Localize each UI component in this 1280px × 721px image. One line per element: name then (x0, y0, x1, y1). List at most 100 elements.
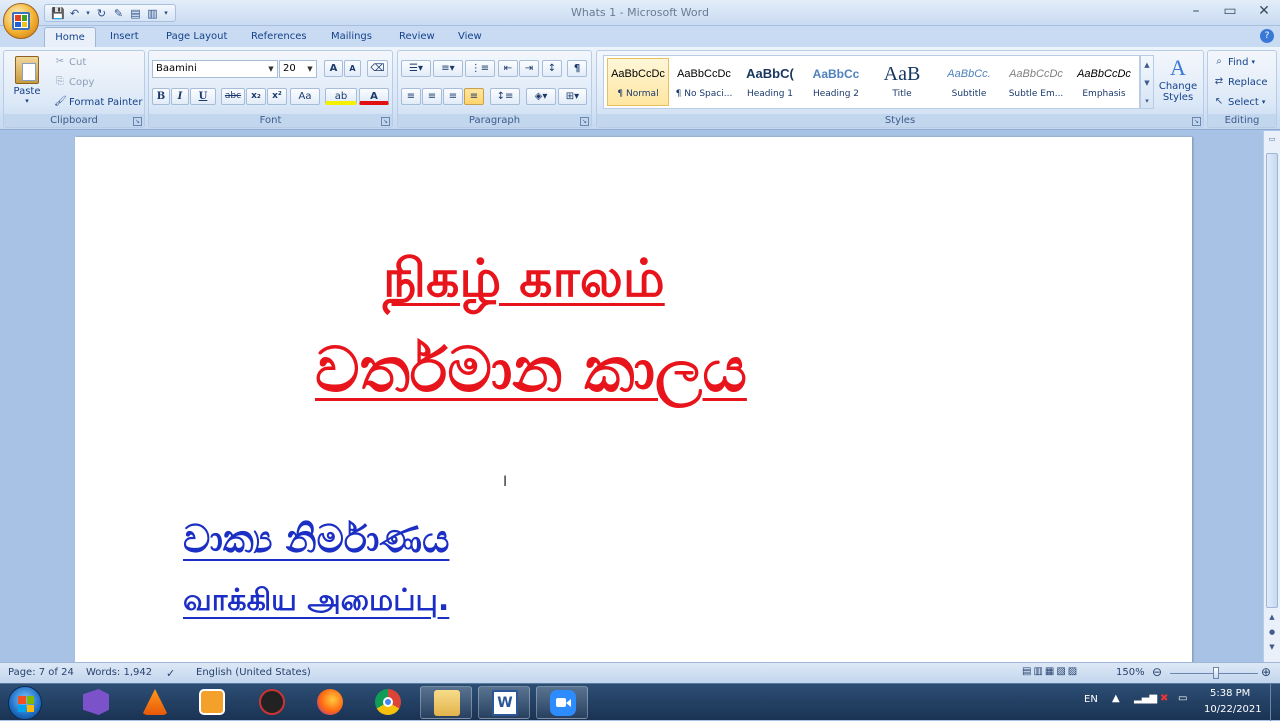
document-line: වර්තමාන කාලය (315, 333, 747, 406)
zoom-in-icon[interactable]: ⊕ (1261, 665, 1271, 679)
paragraph-launcher-icon[interactable]: ↘ (580, 117, 589, 126)
highlight-button[interactable]: ab (325, 88, 357, 105)
italic-button[interactable]: I (171, 88, 189, 105)
show-desktop-button[interactable] (1270, 684, 1280, 721)
multilevel-list-icon[interactable]: ⋮≡ (465, 60, 495, 77)
align-left-icon[interactable]: ≡ (401, 88, 421, 105)
tab-insert[interactable]: Insert (100, 27, 149, 48)
taskbar-chrome[interactable] (362, 686, 414, 719)
scissors-icon: ✂ (55, 56, 65, 67)
change-case-button[interactable]: Aa (290, 88, 320, 105)
zoom-level[interactable]: 150% (1116, 667, 1145, 678)
language-indicator[interactable]: EN (1084, 694, 1098, 705)
bullets-icon[interactable]: ☰▾ (401, 60, 431, 77)
font-family-combo[interactable]: Baamini ▼ (152, 60, 278, 78)
taskbar-firefox[interactable] (304, 686, 356, 719)
paste-button[interactable]: Paste ▾ (8, 54, 46, 114)
clipboard-launcher-icon[interactable]: ↘ (133, 117, 142, 126)
volume-muted-icon[interactable]: ✖ (1160, 693, 1168, 704)
tab-page-layout[interactable]: Page Layout (156, 27, 237, 48)
align-center-icon[interactable]: ≡ (422, 88, 442, 105)
clock-time[interactable]: 5:38 PM (1210, 688, 1250, 699)
align-right-icon[interactable]: ≡ (443, 88, 463, 105)
style-no-spacing[interactable]: AaBbCcDc ¶ No Spaci... (673, 58, 735, 106)
battery-icon[interactable]: ▭ (1178, 693, 1187, 704)
taskbar-media-player[interactable] (186, 686, 238, 719)
tab-references[interactable]: References (241, 27, 317, 48)
taskbar-word[interactable]: W (478, 686, 530, 719)
close-button[interactable]: ✕ (1254, 2, 1274, 20)
grow-font-button[interactable]: A (324, 60, 343, 77)
media-player-icon (199, 689, 225, 715)
style-subtitle[interactable]: AaBbCc. Subtitle (938, 58, 1000, 106)
style-heading-2[interactable]: AaBbCc Heading 2 (805, 58, 867, 106)
taskbar-file-explorer[interactable] (420, 686, 472, 719)
proofing-icon[interactable]: ✓ (166, 667, 175, 680)
bold-button[interactable]: B (152, 88, 170, 105)
borders-icon[interactable]: ⊞▾ (558, 88, 587, 105)
style-heading-1[interactable]: AaBbC( Heading 1 (739, 58, 801, 106)
style-gallery-scroll[interactable]: ▲ ▼ ▾ (1140, 55, 1154, 109)
styles-launcher-icon[interactable]: ↘ (1192, 117, 1201, 126)
change-styles-button[interactable]: A Change Styles (1157, 55, 1199, 111)
document-page[interactable]: நிகழ் காலம் වර්තමාන කාලය I වාක්‍ය නිර්මා… (75, 137, 1192, 667)
zoom-out-icon[interactable]: ⊖ (1152, 665, 1162, 679)
previous-page-icon[interactable]: ▲ (1265, 611, 1279, 624)
taskbar-zoom[interactable] (536, 686, 588, 719)
replace-button[interactable]: ⇄ Replace (1213, 76, 1268, 88)
cut-button[interactable]: ✂ Cut (54, 56, 86, 68)
find-button[interactable]: ⌕ Find ▾ (1213, 56, 1255, 68)
taskbar-chess[interactable] (246, 686, 298, 719)
page-count[interactable]: Page: 7 of 24 (8, 667, 74, 678)
vertical-scrollbar[interactable]: ▭ ▲ ● ▼ (1263, 131, 1280, 662)
select-browse-object-icon[interactable]: ● (1265, 626, 1279, 639)
font-launcher-icon[interactable]: ↘ (381, 117, 390, 126)
clock-date[interactable]: 10/22/2021 (1204, 704, 1262, 715)
taskbar: W EN ▲ ▂▄▆ ✖ ▭ 5:38 PM 10/22/2021 (0, 683, 1280, 721)
subscript-button[interactable]: x₂ (246, 88, 266, 105)
zoom-slider-thumb[interactable] (1213, 667, 1219, 679)
taskbar-vlc[interactable] (129, 686, 181, 719)
language-status[interactable]: English (United States) (196, 667, 311, 678)
word-count[interactable]: Words: 1,942 (86, 667, 152, 678)
justify-icon[interactable]: ≡ (464, 88, 484, 105)
office-button[interactable] (3, 3, 39, 39)
view-buttons[interactable]: ▤▥▦▧▨ (1022, 666, 1079, 677)
tab-review[interactable]: Review (389, 27, 445, 48)
decrease-indent-icon[interactable]: ⇤ (498, 60, 518, 77)
tab-mailings[interactable]: Mailings (321, 27, 382, 48)
taskbar-visual-studio[interactable] (70, 686, 122, 719)
font-size-combo[interactable]: 20 ▼ (279, 60, 317, 78)
line-spacing-icon[interactable]: ↕≡ (490, 88, 520, 105)
superscript-button[interactable]: x² (267, 88, 287, 105)
help-icon[interactable]: ? (1260, 29, 1274, 43)
minimize-button[interactable]: – (1186, 2, 1206, 20)
shrink-font-button[interactable]: A (344, 60, 361, 77)
windows-logo-icon (18, 696, 34, 712)
style-emphasis[interactable]: AaBbCcDc Emphasis (1073, 58, 1135, 106)
style-subtle-emphasis[interactable]: AaBbCcDc Subtle Em... (1005, 58, 1067, 106)
clear-formatting-icon[interactable]: ⌫ (367, 60, 388, 77)
show-marks-button[interactable]: ¶ (567, 60, 587, 77)
network-icon[interactable]: ▂▄▆ (1134, 693, 1157, 704)
strikethrough-button[interactable]: abc (221, 88, 245, 105)
font-color-button[interactable]: A (359, 88, 389, 105)
select-button[interactable]: ↖ Select ▾ (1213, 96, 1266, 108)
sort-icon[interactable]: ↕ (542, 60, 562, 77)
show-hidden-icons-icon[interactable]: ▲ (1112, 693, 1120, 704)
start-button[interactable] (8, 686, 42, 720)
underline-button[interactable]: U (190, 88, 216, 105)
increase-indent-icon[interactable]: ⇥ (519, 60, 539, 77)
style-normal[interactable]: AaBbCcDc ¶ Normal (607, 58, 669, 106)
tab-home[interactable]: Home (44, 27, 96, 48)
style-title[interactable]: AaB Title (871, 58, 933, 106)
format-painter-button[interactable]: 🖌 Format Painter (54, 96, 142, 108)
copy-button[interactable]: ⎘ Copy (54, 76, 94, 88)
scroll-thumb[interactable] (1266, 153, 1278, 608)
maximize-button[interactable]: ▭ (1220, 2, 1240, 20)
ruler-toggle-icon[interactable]: ▭ (1265, 133, 1279, 146)
shading-icon[interactable]: ◈▾ (526, 88, 556, 105)
numbering-icon[interactable]: ≡▾ (433, 60, 463, 77)
tab-view[interactable]: View (448, 27, 492, 48)
next-page-icon[interactable]: ▼ (1265, 641, 1279, 654)
